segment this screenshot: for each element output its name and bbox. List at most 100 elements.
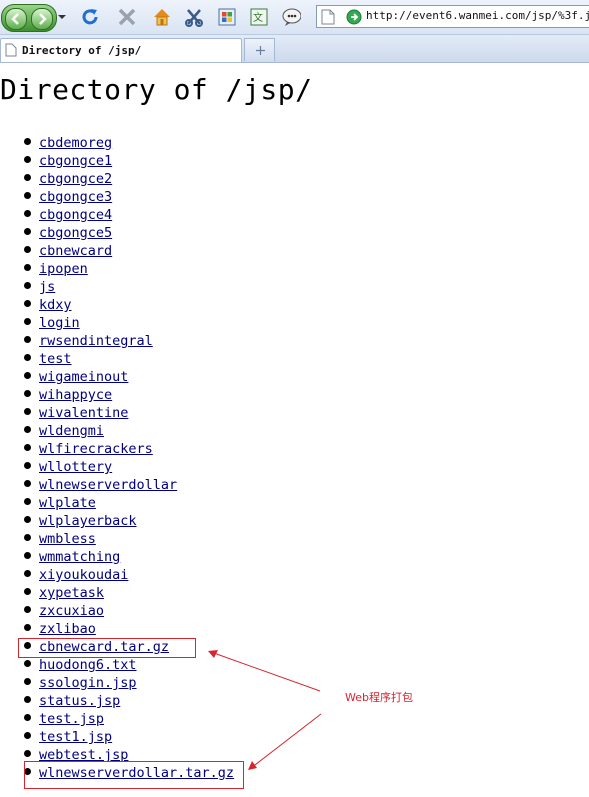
directory-entry-link[interactable]: ssologin.jsp — [39, 675, 137, 691]
home-icon[interactable] — [152, 7, 172, 27]
tab-directory[interactable]: Directory of /jsp/ — [0, 38, 242, 62]
directory-entry-link[interactable]: login — [39, 315, 80, 331]
directory-listing: cbdemoreg cbgongce1 cbgongce2 cbgongce3 cbgo… — [0, 132, 234, 781]
bullet-icon — [24, 246, 31, 253]
directory-entry-link[interactable]: wllottery — [39, 459, 112, 475]
windows-icon[interactable] — [217, 7, 237, 27]
directory-entry-link[interactable]: test — [39, 351, 72, 367]
bullet-icon — [24, 534, 31, 541]
bullet-icon — [24, 318, 31, 325]
tools-icon[interactable] — [184, 7, 204, 27]
dropdown-icon[interactable] — [57, 10, 67, 24]
bullet-icon — [24, 390, 31, 397]
bullet-icon — [24, 588, 31, 595]
list-item: ipopen — [0, 258, 234, 277]
list-item: xiyoukoudai — [0, 564, 234, 583]
list-item: wlnewserverdollar — [0, 474, 234, 493]
forward-button[interactable] — [31, 8, 53, 30]
directory-entry-link[interactable]: cbgongce1 — [39, 153, 112, 169]
directory-entry-link[interactable]: zxlibao — [39, 621, 96, 637]
directory-entry-link[interactable]: wivalentine — [39, 405, 128, 421]
page-title: Directory of /jsp/ — [0, 73, 313, 106]
directory-entry-link[interactable]: js — [39, 279, 55, 295]
list-item: wihappyce — [0, 384, 234, 403]
navigation-buttons — [1, 4, 57, 32]
directory-entry-link[interactable]: test1.jsp — [39, 729, 112, 745]
bullet-icon — [24, 462, 31, 469]
back-icon — [11, 13, 19, 25]
directory-entry-link[interactable]: cbgongce3 — [39, 189, 112, 205]
tab-title: Directory of /jsp/ — [22, 44, 142, 57]
directory-entry-link[interactable]: wmbless — [39, 531, 96, 547]
bullet-icon — [24, 678, 31, 685]
directory-entry-link[interactable]: wldengmi — [39, 423, 104, 439]
stop-icon[interactable] — [117, 7, 137, 27]
directory-entry-link[interactable]: cbgongce4 — [39, 207, 112, 223]
directory-entry-link[interactable]: kdxy — [39, 297, 72, 313]
bullet-icon — [24, 282, 31, 289]
refresh-icon[interactable] — [80, 7, 100, 27]
bullet-icon — [24, 264, 31, 271]
url-text[interactable]: http://event6.wanmei.com/jsp/%3f.jsp — [366, 9, 589, 22]
bullet-icon — [24, 714, 31, 721]
list-item: cbgongce1 — [0, 150, 234, 169]
back-button[interactable] — [5, 8, 27, 30]
directory-entry-link[interactable]: zxcuxiao — [39, 603, 104, 619]
directory-entry-link[interactable]: rwsendintegral — [39, 333, 153, 349]
list-item: cbgongce2 — [0, 168, 234, 187]
directory-entry-link[interactable]: cbdemoreg — [39, 135, 112, 151]
list-item: cbnewcard — [0, 240, 234, 259]
bullet-icon — [24, 372, 31, 379]
bullet-icon — [24, 210, 31, 217]
list-item: cbgongce5 — [0, 222, 234, 241]
directory-entry-link[interactable]: wihappyce — [39, 387, 112, 403]
address-bar[interactable]: http://event6.wanmei.com/jsp/%3f.jsp — [316, 5, 589, 28]
list-item: test.jsp — [0, 708, 234, 727]
bullet-icon — [24, 174, 31, 181]
bullet-icon — [24, 606, 31, 613]
bullet-icon — [24, 192, 31, 199]
list-item: cbgongce4 — [0, 204, 234, 223]
directory-entry-link[interactable]: huodong6.txt — [39, 657, 137, 673]
list-item: wivalentine — [0, 402, 234, 421]
list-item: test1.jsp — [0, 726, 234, 745]
list-item: wlplate — [0, 492, 234, 511]
list-item: wigameinout — [0, 366, 234, 385]
directory-entry-link[interactable]: wlnewserverdollar — [39, 477, 177, 493]
new-tab-button[interactable] — [244, 38, 275, 61]
list-item: wmmatching — [0, 546, 234, 565]
directory-entry-link[interactable]: wlfirecrackers — [39, 441, 153, 457]
tab-bar: Directory of /jsp/ — [0, 35, 589, 63]
svg-text:文: 文 — [253, 11, 263, 24]
list-item: wlfirecrackers — [0, 438, 234, 457]
bullet-icon — [24, 444, 31, 451]
bullet-icon — [24, 624, 31, 631]
directory-entry-link[interactable]: wmmatching — [39, 549, 120, 565]
list-item: login — [0, 312, 234, 331]
translate-icon[interactable]: 文 — [249, 7, 269, 27]
directory-entry-link[interactable]: ipopen — [39, 261, 88, 277]
list-item: xypetask — [0, 582, 234, 601]
list-item: test — [0, 348, 234, 367]
directory-entry-link[interactable]: xiyoukoudai — [39, 567, 128, 583]
highlight-box — [24, 761, 244, 789]
list-item: cbdemoreg — [0, 132, 234, 151]
directory-entry-link[interactable]: wlplayerback — [39, 513, 137, 529]
directory-entry-link[interactable]: wigameinout — [39, 369, 128, 385]
bullet-icon — [24, 156, 31, 163]
plus-icon — [256, 46, 265, 55]
directory-entry-link[interactable]: test.jsp — [39, 711, 104, 727]
list-item: js — [0, 276, 234, 295]
bullet-icon — [24, 138, 31, 145]
bullet-icon — [24, 498, 31, 505]
directory-entry-link[interactable]: cbgongce5 — [39, 225, 112, 241]
directory-entry-link[interactable]: xypetask — [39, 585, 104, 601]
directory-entry-link[interactable]: cbgongce2 — [39, 171, 112, 187]
highlight-box — [18, 638, 196, 658]
bullet-icon — [24, 480, 31, 487]
directory-entry-link[interactable]: status.jsp — [39, 693, 120, 709]
chat-icon[interactable] — [281, 7, 301, 27]
directory-entry-link[interactable]: cbnewcard — [39, 243, 112, 259]
list-item: kdxy — [0, 294, 234, 313]
directory-entry-link[interactable]: wlplate — [39, 495, 96, 511]
